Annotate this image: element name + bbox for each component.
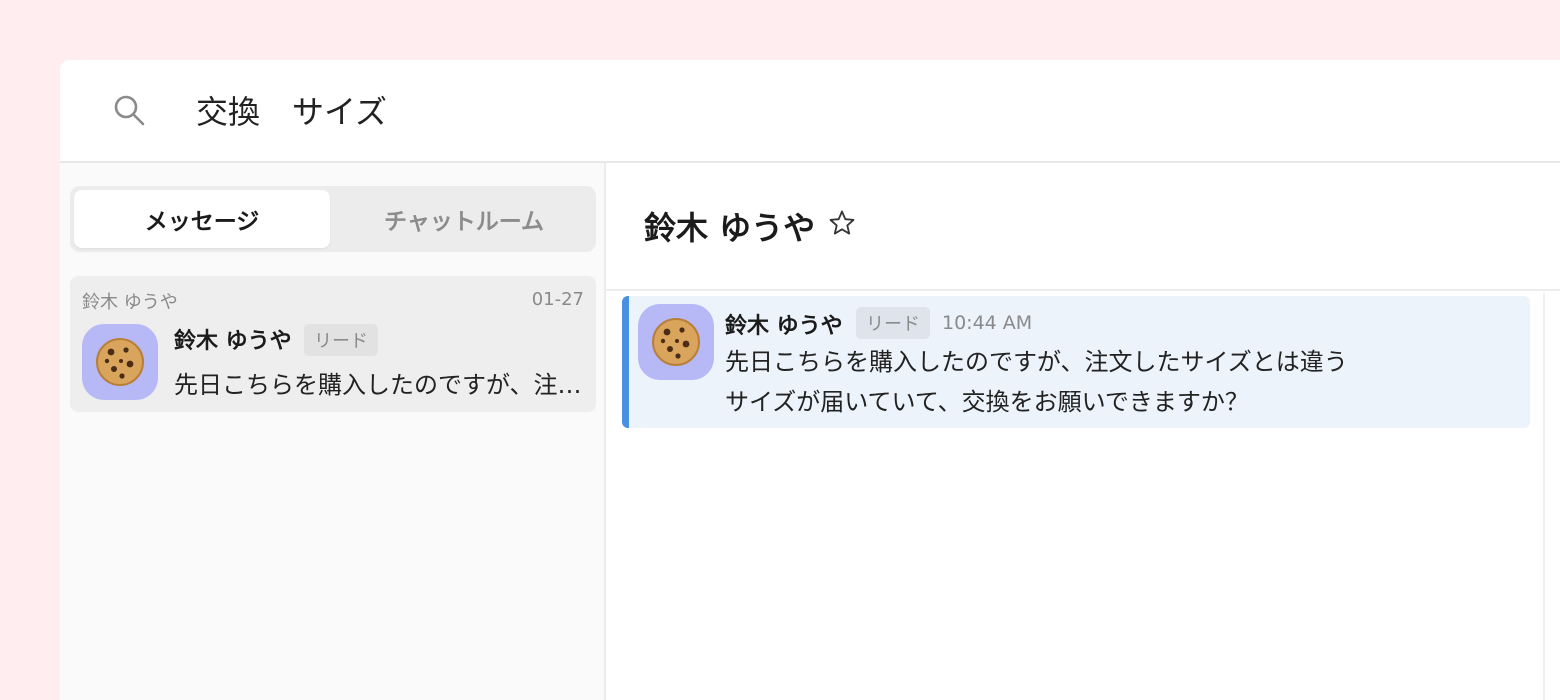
cookie-icon (652, 318, 700, 366)
chat-message: 鈴木 ゆうや リード 10:44 AM 先日こちらを購入したのですが、注文したサ… (622, 296, 1530, 428)
lead-badge: リード (856, 307, 930, 339)
lead-badge: リード (304, 324, 378, 356)
conversation-header-name: 鈴木 ゆうや (82, 292, 178, 313)
conversation-sidebar: メッセージ チャットルーム 鈴木 ゆうや 01-27 鈴木 ゆうや リード 先日… (60, 163, 606, 700)
search-icon[interactable] (112, 93, 146, 127)
search-input[interactable] (196, 84, 1096, 136)
message-timestamp: 10:44 AM (942, 312, 1033, 334)
panel-divider (1543, 293, 1545, 700)
message-highlight-bar (622, 296, 629, 428)
conversation-preview: 先日こちらを購入したのですが、注文したサイズとは違うサイズが届いていて、交換をお… (174, 371, 584, 399)
chat-header: 鈴木 ゆうや (606, 163, 1560, 291)
message-text: 先日こちらを購入したのですが、注文したサイズとは違う サイズが届いていて、交換を… (725, 348, 1348, 416)
star-icon[interactable] (828, 209, 856, 237)
conversation-item[interactable]: 鈴木 ゆうや 01-27 鈴木 ゆうや リード 先日こちらを購入したのですが、注… (70, 276, 596, 412)
conversation-date: 01-27 (531, 289, 584, 310)
avatar (82, 324, 158, 400)
tab-messages[interactable]: メッセージ (74, 190, 330, 248)
avatar[interactable] (638, 304, 714, 380)
chat-panel: 鈴木 ゆうや 鈴木 ゆうや リード 10:44 AM 先日こちらを購入したのです… (606, 163, 1560, 700)
search-bar (60, 60, 1560, 163)
chat-title: 鈴木 ゆうや (644, 209, 816, 247)
message-sender[interactable]: 鈴木 ゆうや (725, 308, 843, 340)
conversation-name: 鈴木 ゆうや (174, 329, 292, 354)
segmented-tabs: メッセージ チャットルーム (70, 186, 596, 252)
tab-chatrooms[interactable]: チャットルーム (336, 190, 592, 248)
cookie-icon (96, 338, 144, 386)
app-window: メッセージ チャットルーム 鈴木 ゆうや 01-27 鈴木 ゆうや (60, 60, 1560, 700)
